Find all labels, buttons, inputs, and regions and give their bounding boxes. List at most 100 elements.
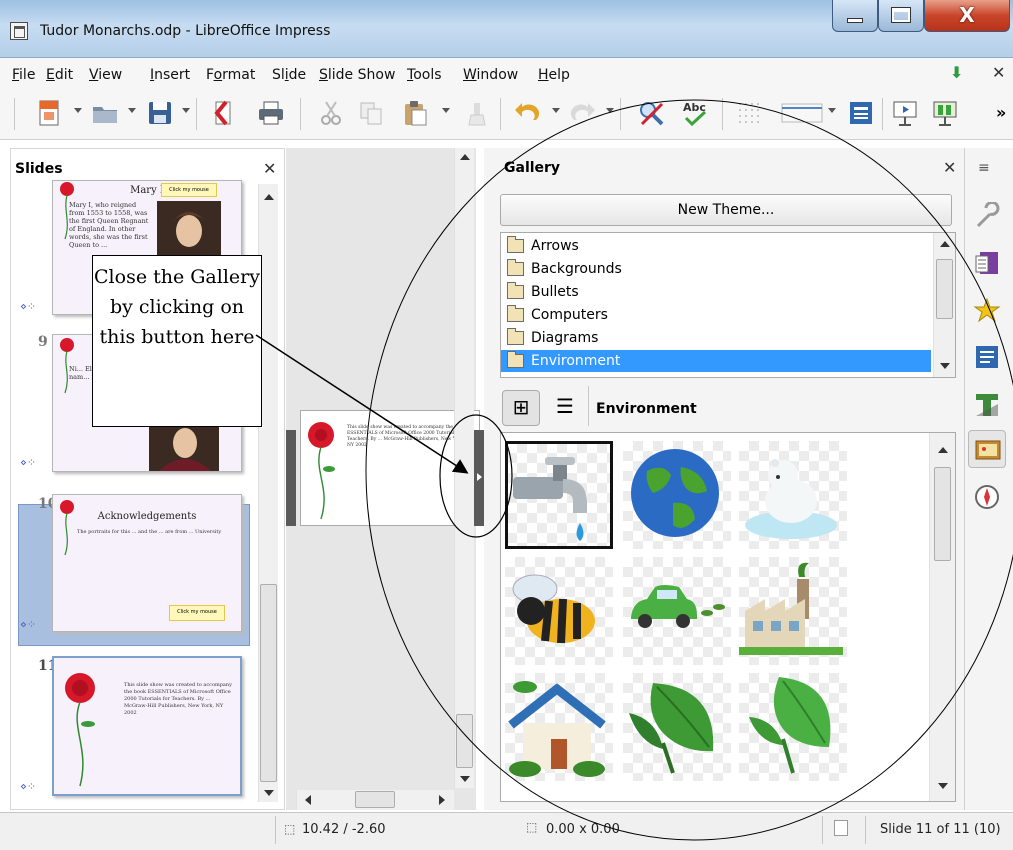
save-icon[interactable] bbox=[145, 98, 175, 128]
tap-water-icon bbox=[513, 457, 587, 541]
slide-layout-icon[interactable] bbox=[846, 98, 876, 128]
portrait-image bbox=[149, 423, 219, 471]
current-slide-canvas[interactable]: This slide show was created to accompany… bbox=[300, 410, 480, 526]
document-modified-icon[interactable] bbox=[834, 820, 848, 836]
copy-icon bbox=[360, 102, 382, 125]
theme-item-arrows[interactable]: Arrows bbox=[501, 235, 931, 257]
theme-item-computers[interactable]: Computers bbox=[501, 304, 931, 326]
menu-help[interactable]: Help bbox=[538, 67, 570, 83]
menu-bar: File Edit View Insert Format Slide Slide… bbox=[0, 58, 1013, 90]
custom-animation-star-icon[interactable] bbox=[972, 296, 1002, 326]
open-dropdown-arrow[interactable] bbox=[128, 108, 136, 113]
menu-insert[interactable]: Insert bbox=[150, 67, 190, 83]
editing-area-horizontal-thumb[interactable] bbox=[355, 791, 395, 808]
minimize-button[interactable] bbox=[832, 0, 878, 32]
undo-dropdown-arrow[interactable] bbox=[552, 108, 560, 113]
helplines-dropdown-arrow[interactable] bbox=[828, 108, 836, 113]
menu-tools[interactable]: Tools bbox=[407, 67, 442, 83]
slide-thumbnail-10[interactable]: Acknowledgements The portraits for this … bbox=[52, 494, 242, 632]
new-dropdown-arrow[interactable] bbox=[74, 108, 82, 113]
slides-panel-close-button[interactable]: ✕ bbox=[263, 159, 276, 178]
theme-item-diagrams[interactable]: Diagrams bbox=[501, 327, 931, 349]
properties-wrench-icon[interactable] bbox=[972, 202, 1002, 232]
slide-number: 9 bbox=[38, 334, 48, 350]
gallery-icons-scrollbar-thumb[interactable] bbox=[934, 467, 951, 561]
slides-scrollbar-thumb[interactable] bbox=[260, 584, 277, 782]
factory-icon bbox=[739, 562, 843, 655]
master-slides-icon[interactable] bbox=[972, 248, 1002, 278]
slide-body-text: The portraits for this ... and the ... a… bbox=[77, 529, 222, 535]
update-available-icon[interactable]: ⬇ bbox=[950, 63, 963, 82]
spelling-icon[interactable]: Abc bbox=[680, 98, 710, 128]
styles-icon[interactable] bbox=[972, 390, 1002, 420]
print-icon[interactable] bbox=[256, 98, 286, 128]
collapse-slides-pane-handle[interactable] bbox=[286, 430, 296, 526]
close-icon: X bbox=[959, 3, 975, 27]
slide-body-text: Mary I, who reigned from 1553 to 1558, w… bbox=[69, 201, 149, 249]
gallery-item-bee[interactable] bbox=[505, 557, 613, 665]
close-window-button[interactable]: X bbox=[924, 0, 1010, 32]
open-folder-icon[interactable] bbox=[90, 98, 120, 128]
svg-text:Abc: Abc bbox=[683, 101, 706, 114]
menu-slide-show[interactable]: Slide Show bbox=[319, 67, 395, 83]
helplines-icon[interactable] bbox=[780, 98, 824, 128]
gallery-item-eco-house[interactable] bbox=[505, 673, 613, 781]
menu-view[interactable]: View bbox=[89, 67, 122, 83]
close-document-button[interactable]: ✕ bbox=[992, 63, 1005, 82]
gallery-icon-grid[interactable] bbox=[500, 432, 956, 802]
sidebar-menu-icon[interactable]: ≡ bbox=[978, 160, 990, 176]
gallery-deck-button[interactable] bbox=[968, 430, 1006, 468]
menu-window[interactable]: Window bbox=[463, 67, 518, 83]
gallery-item-leaf-2[interactable] bbox=[739, 673, 847, 781]
status-size: 0.00 x 0.00 bbox=[546, 822, 620, 837]
menu-slide[interactable]: Slide bbox=[272, 67, 306, 83]
gallery-item-green-car[interactable] bbox=[623, 557, 731, 665]
editing-area-vertical-scrollbar[interactable] bbox=[454, 148, 474, 788]
paste-icon[interactable] bbox=[400, 98, 430, 128]
toolbar-overflow-button[interactable]: » bbox=[996, 103, 1006, 122]
theme-list-scrollbar[interactable] bbox=[933, 233, 955, 377]
save-dropdown-arrow[interactable] bbox=[182, 108, 190, 113]
undo-icon[interactable] bbox=[512, 98, 542, 128]
new-theme-button[interactable]: New Theme... bbox=[500, 194, 952, 226]
gallery-icons-scrollbar[interactable] bbox=[929, 433, 955, 801]
new-document-icon[interactable] bbox=[34, 98, 64, 128]
gallery-item-polar-bear[interactable] bbox=[739, 441, 847, 549]
redo-dropdown-arrow bbox=[606, 108, 614, 113]
theme-item-bullets[interactable]: Bullets bbox=[501, 281, 931, 303]
menu-file[interactable]: File bbox=[12, 67, 35, 83]
window-title: Tudor Monarchs.odp - LibreOffice Impress bbox=[40, 23, 331, 39]
theme-item-backgrounds[interactable]: Backgrounds bbox=[501, 258, 931, 280]
gallery-theme-list[interactable]: Arrows Backgrounds Bullets Computers Dia… bbox=[500, 232, 956, 378]
eco-house-icon bbox=[508, 681, 606, 777]
slides-panel-title: Slides bbox=[15, 161, 63, 177]
menu-format[interactable]: Format bbox=[206, 67, 255, 83]
theme-list-scrollbar-thumb[interactable] bbox=[936, 259, 953, 319]
editing-area-vertical-thumb[interactable] bbox=[456, 714, 473, 768]
leaf-icon bbox=[629, 683, 714, 774]
navigator-compass-icon[interactable] bbox=[972, 482, 1002, 512]
maximize-button[interactable] bbox=[878, 0, 924, 32]
find-replace-icon[interactable] bbox=[636, 98, 666, 128]
impress-app-icon[interactable] bbox=[10, 22, 28, 40]
folder-icon bbox=[507, 259, 524, 276]
gallery-item-leaf[interactable] bbox=[623, 673, 731, 781]
gallery-close-button[interactable]: ✕ bbox=[943, 158, 956, 177]
export-pdf-icon[interactable] bbox=[208, 98, 238, 128]
icon-view-button[interactable]: ⊞ bbox=[502, 390, 540, 426]
slide-action-button: Click my mouse bbox=[169, 605, 225, 621]
menu-edit[interactable]: Edit bbox=[46, 67, 73, 83]
gallery-item-globe[interactable] bbox=[623, 441, 731, 549]
slide-show-current-icon[interactable] bbox=[930, 98, 960, 128]
detailed-view-button[interactable]: ☰ bbox=[546, 390, 584, 426]
editing-area-horizontal-scrollbar[interactable] bbox=[296, 790, 454, 810]
status-slide-count: Slide 11 of 11 (10) bbox=[880, 822, 1001, 837]
gallery-item-tap[interactable] bbox=[505, 441, 613, 549]
slide-thumbnail-11[interactable]: This slide show was created to accompany… bbox=[52, 656, 242, 796]
paste-dropdown-arrow[interactable] bbox=[442, 108, 450, 113]
slide-transition-icon[interactable] bbox=[972, 342, 1002, 372]
theme-item-environment[interactable]: Environment bbox=[501, 350, 931, 372]
start-slideshow-icon[interactable] bbox=[890, 98, 920, 128]
display-grid-icon[interactable] bbox=[734, 98, 764, 128]
gallery-item-factory[interactable] bbox=[739, 557, 847, 665]
